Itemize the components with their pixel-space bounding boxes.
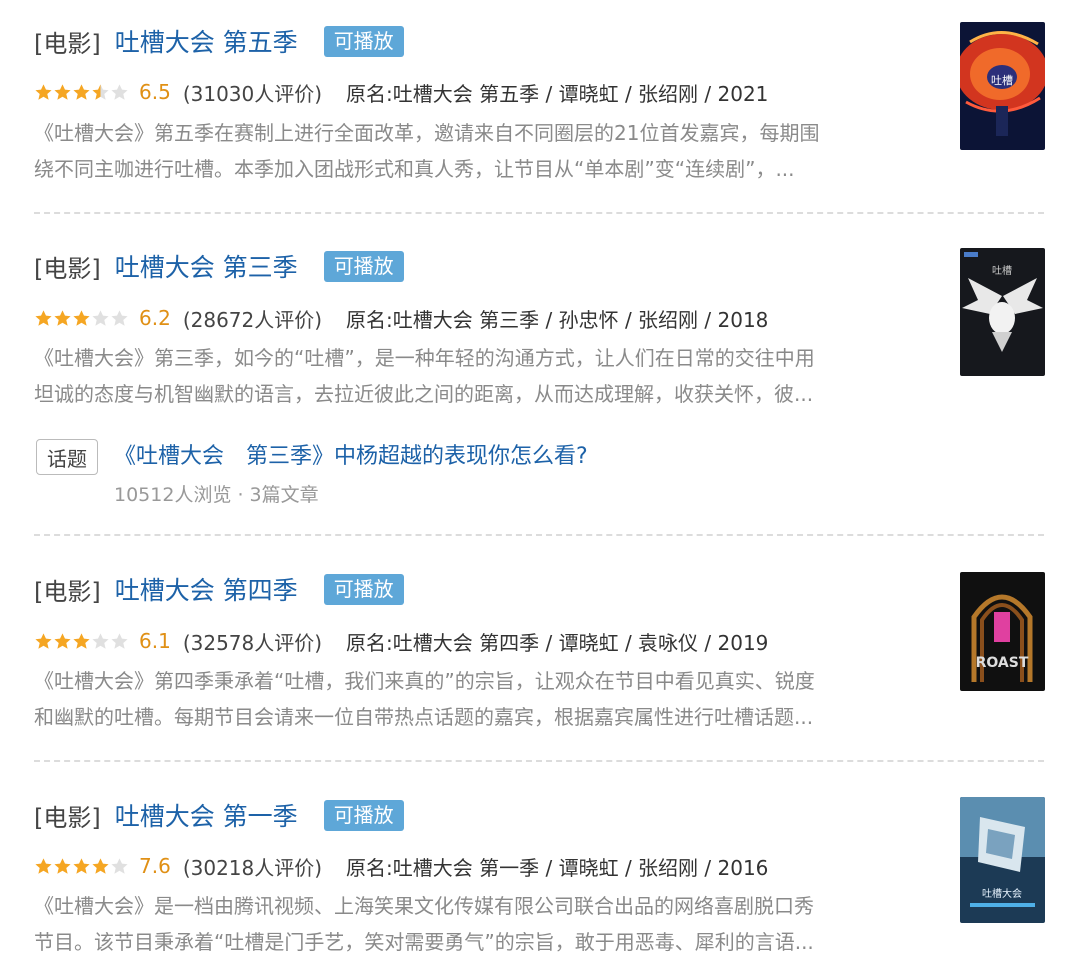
original-info: 原名:吐槽大会 第一季 / 谭晓虹 / 张绍刚 / 2016 [346, 855, 769, 880]
result-title-link[interactable]: 吐槽大会 第五季 [115, 23, 298, 59]
playable-badge[interactable]: 可播放 [323, 250, 404, 282]
original-info: 原名:吐槽大会 第三季 / 孙忠怀 / 张绍刚 / 2018 [346, 307, 769, 332]
result-divider [34, 212, 1044, 214]
star-icon [73, 857, 90, 874]
description-line: 绕不同主咖进行吐槽。本季加入团战形式和真人秀，让节目从“单本剧”变“连续剧”，.… [34, 157, 795, 181]
category-label: [电影] [34, 577, 101, 606]
poster-image[interactable]: 吐槽 [960, 248, 1045, 376]
description-line: 《吐槽大会》第五季在赛制上进行全面改革，邀请来自不同圈层的21位首发嘉宾，每期围 [34, 121, 820, 145]
category-label: [电影] [34, 254, 101, 283]
svg-text:吐槽大会: 吐槽大会 [982, 887, 1022, 900]
rating-count: (28672人评价) [182, 307, 323, 332]
rating-value: 6.1 [139, 629, 171, 653]
rating-count: (30218人评价) [182, 855, 323, 880]
star-icon [35, 309, 52, 326]
poster-image[interactable]: ROAST [960, 572, 1045, 691]
star-icon [111, 857, 128, 874]
category-label: [电影] [34, 803, 101, 832]
star-icon [111, 83, 128, 100]
result-title-link[interactable]: 吐槽大会 第三季 [115, 248, 298, 284]
star-icon [54, 309, 71, 326]
star-icon [111, 309, 128, 326]
description-line: 《吐槽大会》是一档由腾讯视频、上海笑果文化传媒有限公司联合出品的网络喜剧脱口秀 [34, 894, 814, 918]
playable-badge[interactable]: 可播放 [323, 25, 404, 57]
star-icon [35, 632, 52, 649]
star-icon [35, 857, 52, 874]
star-icon [73, 632, 90, 649]
rating-count: (32578人评价) [182, 630, 323, 655]
result-title-link[interactable]: 吐槽大会 第四季 [115, 571, 298, 607]
description-line: 《吐槽大会》第三季，如今的“吐槽”，是一种年轻的沟通方式，让人们在日常的交往中用 [34, 346, 815, 370]
rating-value: 6.5 [139, 80, 171, 104]
rating-value: 6.2 [139, 306, 171, 330]
description-line: 坦诚的态度与机智幽默的语言，去拉近彼此之间的距离，从而达成理解，收获关怀，彼..… [34, 382, 814, 406]
playable-badge[interactable]: 可播放 [323, 799, 404, 831]
star-rating [34, 857, 129, 876]
svg-text:吐槽: 吐槽 [991, 74, 1013, 87]
topic-meta: 10512人浏览 · 3篇文章 [114, 484, 319, 506]
category-label: [电影] [34, 29, 101, 58]
star-rating [34, 83, 129, 102]
star-icon [92, 857, 109, 874]
result-title-link[interactable]: 吐槽大会 第一季 [115, 797, 298, 833]
poster-image[interactable]: 吐槽大会 [960, 797, 1045, 923]
result-divider [34, 534, 1044, 536]
star-icon [54, 632, 71, 649]
star-icon [92, 83, 109, 100]
svg-text:ROAST: ROAST [976, 655, 1029, 671]
rating-count: (31030人评价) [182, 81, 323, 106]
star-icon [111, 632, 128, 649]
rating-value: 7.6 [139, 854, 171, 878]
result-divider [34, 760, 1044, 762]
original-info: 原名:吐槽大会 第四季 / 谭晓虹 / 袁咏仪 / 2019 [346, 630, 769, 655]
star-icon [73, 83, 90, 100]
star-icon [73, 309, 90, 326]
topic-tag: 话题 [36, 439, 98, 475]
description-line: 节目。该节目秉承着“吐槽是门手艺，笑对需要勇气”的宗旨，敢于用恶毒、犀利的言语.… [34, 930, 814, 954]
description-line: 和幽默的吐槽。每期节目会请来一位自带热点话题的嘉宾，根据嘉宾属性进行吐槽话题..… [34, 705, 814, 729]
description-line: 《吐槽大会》第四季秉承着“吐槽，我们来真的”的宗旨，让观众在节目中看见真实、锐度 [34, 669, 815, 693]
original-info: 原名:吐槽大会 第五季 / 谭晓虹 / 张绍刚 / 2021 [346, 81, 769, 106]
playable-badge[interactable]: 可播放 [323, 573, 404, 605]
poster-image[interactable]: 吐槽 [960, 22, 1045, 150]
star-icon [54, 857, 71, 874]
svg-text:吐槽: 吐槽 [992, 264, 1012, 277]
star-rating [34, 309, 129, 328]
star-icon [92, 309, 109, 326]
star-icon [35, 83, 52, 100]
topic-title-link[interactable]: 《吐槽大会 第三季》中杨超越的表现你怎么看? [114, 438, 588, 470]
star-rating [34, 632, 129, 651]
star-icon [54, 83, 71, 100]
star-icon [92, 632, 109, 649]
